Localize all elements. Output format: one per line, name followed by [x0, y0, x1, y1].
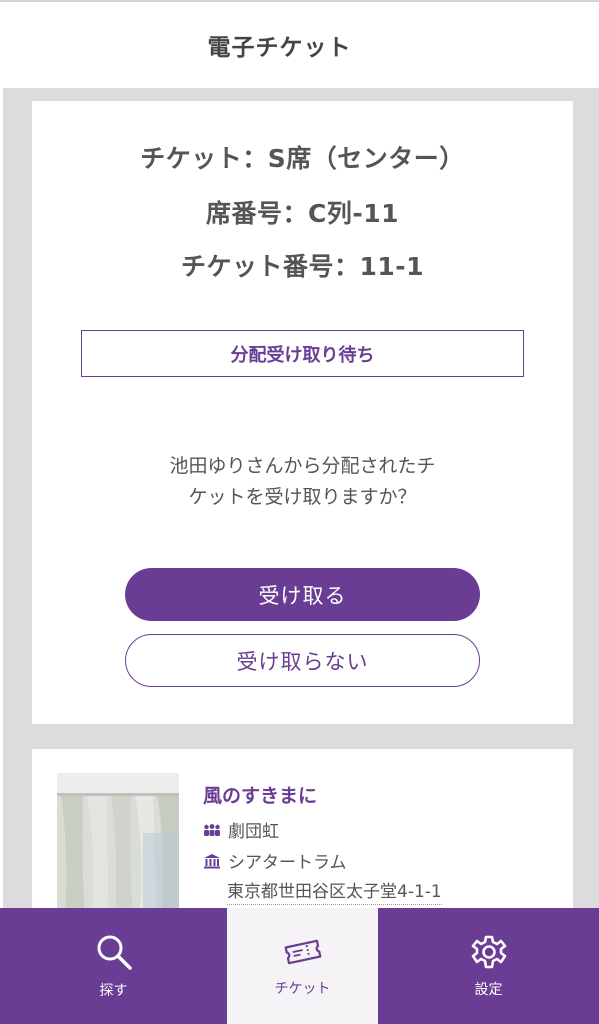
page-title: 電子チケット: [207, 35, 352, 61]
tab-settings[interactable]: 設定: [378, 908, 599, 1024]
search-icon: [97, 935, 132, 970]
tab-search-label: 探す: [99, 983, 128, 999]
ticket-card: チケット：S席（センター） 席番号：C列-11 チケット番号：11-1 分配受け…: [32, 101, 573, 724]
venue-row: シアタートラム: [203, 848, 347, 873]
status-badge: 分配受け取り待ち: [81, 330, 524, 377]
troupe-row: 劇団虹: [203, 817, 279, 842]
tab-settings-label: 設定: [474, 982, 503, 998]
message-line-1: 池田ゆりさんから分配されたチ: [169, 455, 436, 477]
tab-ticket-label: チケット: [274, 981, 331, 997]
tab-search[interactable]: 探す: [0, 908, 227, 1024]
decline-button[interactable]: 受け取らない: [125, 634, 480, 687]
left-edge: [0, 88, 3, 908]
gear-icon: [471, 935, 506, 969]
ticket-icon: [284, 939, 321, 965]
transfer-message: 池田ゆりさんから分配されたチ ケットを受け取りますか？: [32, 451, 573, 513]
venue-name: シアタートラム: [228, 853, 347, 873]
event-thumbnail: [57, 773, 179, 919]
accept-button[interactable]: 受け取る: [125, 568, 480, 621]
curtain-image: [57, 773, 179, 919]
group-icon: [204, 823, 220, 836]
tab-ticket[interactable]: チケット: [227, 908, 378, 1024]
app-header: 電子チケット: [0, 0, 599, 88]
troupe-name: 劇団虹: [228, 822, 279, 842]
message-line-2: ケットを受け取りますか？: [188, 486, 417, 508]
event-card[interactable]: 風のすきまに 劇団虹 シアタートラム 東京都世田谷区太子堂4-1-1: [32, 749, 573, 919]
venue-icon: [204, 853, 220, 868]
ticket-type: チケット：S席（センター）: [140, 144, 465, 173]
seat-number: 席番号：C列-11: [205, 199, 399, 228]
bottom-tab-bar: 探す チケット 設定: [0, 908, 599, 1024]
ticket-number: チケット番号：11-1: [180, 252, 425, 281]
venue-address-link[interactable]: 東京都世田谷区太子堂4-1-1: [227, 877, 442, 905]
event-title[interactable]: 風のすきまに: [203, 781, 317, 808]
